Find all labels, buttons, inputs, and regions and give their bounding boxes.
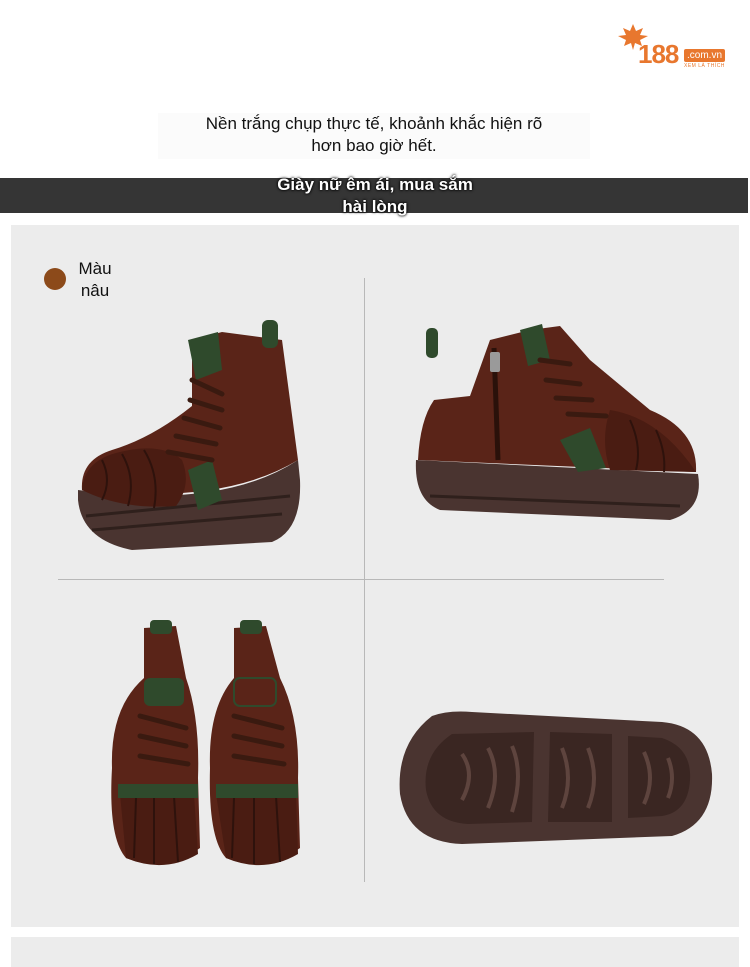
logo-188[interactable]: 188 .com.vn XEM LÀ THÍCH xyxy=(616,22,736,70)
intro-caption: Nền trắng chụp thực tế, khoảnh khắc hiện… xyxy=(158,113,590,159)
color-label-line-1: Màu xyxy=(78,259,112,278)
color-swatch-brown[interactable] xyxy=(44,268,66,290)
boot-front-angle-illustration xyxy=(78,320,301,550)
logo-domain: .com.vn xyxy=(684,49,726,62)
color-label-line-2: nâu xyxy=(80,281,110,300)
boot-image-outsole[interactable] xyxy=(392,704,716,854)
grid-divider-horizontal xyxy=(58,579,664,580)
boot-pair-illustration xyxy=(111,620,300,866)
boot-side-illustration xyxy=(415,324,699,520)
boot-image-front-angle[interactable] xyxy=(72,310,312,560)
logo-number: 188 xyxy=(638,39,679,69)
boot-image-side-zipper[interactable] xyxy=(410,300,704,532)
grid-divider-vertical xyxy=(364,278,365,882)
next-gallery-panel xyxy=(11,937,739,967)
boot-image-pair-front[interactable] xyxy=(104,618,304,880)
intro-line-1: Nền trắng chụp thực tế, khoảnh khắc hiện… xyxy=(205,114,543,133)
logo-tagline: XEM LÀ THÍCH xyxy=(684,63,725,69)
banner-line-2: hài lòng xyxy=(342,197,408,216)
intro-line-2: hơn bao giờ hết. xyxy=(311,136,437,155)
banner-title: Giày nữ êm ái, mua sắm hài lòng xyxy=(250,174,500,218)
banner-line-1: Giày nữ êm ái, mua sắm xyxy=(277,175,473,194)
color-label: Màu nâu xyxy=(73,258,117,302)
outsole-illustration xyxy=(399,711,713,844)
